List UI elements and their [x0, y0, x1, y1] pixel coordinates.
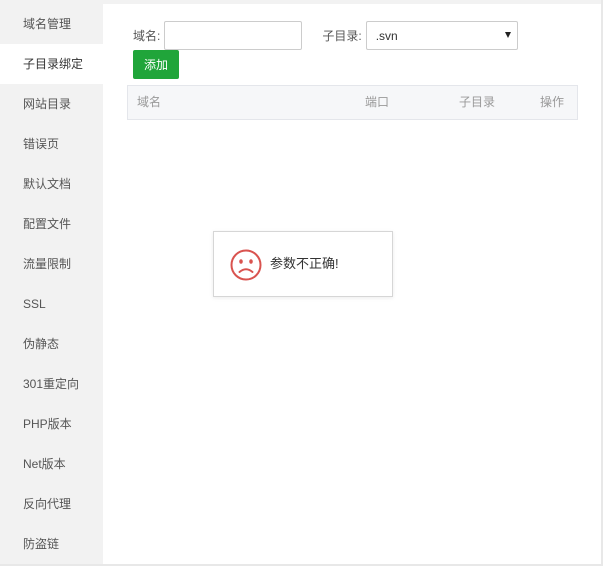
column-header-domain: 域名: [137, 95, 162, 109]
add-button[interactable]: 添加: [133, 50, 179, 79]
sidebar-item-default-document[interactable]: 默认文档: [0, 164, 103, 204]
error-toast: 参数不正确!: [213, 231, 393, 297]
sidebar-item-hotlink-protection[interactable]: 防盗链: [0, 524, 103, 564]
table-header: 域名 端口 子目录 操作: [127, 85, 578, 120]
main-content: 域名: 子目录: .svn 添加 域名 端口 子目录 操作 参数不正确!: [103, 4, 601, 564]
sidebar-item-301-redirect[interactable]: 301重定向: [0, 364, 103, 404]
sidebar-item-subdir-binding[interactable]: 子目录绑定: [0, 44, 103, 84]
sidebar-item-reverse-proxy[interactable]: 反向代理: [0, 484, 103, 524]
caret-down-icon: [504, 32, 511, 38]
site-settings-panel: 域名管理 子目录绑定 网站目录 错误页 默认文档 配置文件 流量限制 SSL 伪…: [0, 0, 603, 566]
domain-label: 域名:: [133, 29, 161, 43]
sidebar-item-php-version[interactable]: PHP版本: [0, 404, 103, 444]
column-header-port: 端口: [365, 95, 390, 109]
sidebar-item-domain-management[interactable]: 域名管理: [0, 4, 103, 44]
binding-form: 域名: 子目录: .svn: [133, 21, 518, 50]
sidebar: 域名管理 子目录绑定 网站目录 错误页 默认文档 配置文件 流量限制 SSL 伪…: [0, 4, 103, 566]
subdir-label: 子目录:: [322, 29, 362, 43]
sidebar-item-net-version[interactable]: Net版本: [0, 444, 103, 484]
domain-input[interactable]: [164, 21, 303, 50]
column-header-subdir: 子目录: [459, 95, 496, 109]
sidebar-item-ssl[interactable]: SSL: [0, 284, 103, 324]
subdir-select-value: .svn: [375, 28, 398, 43]
sidebar-item-error-page[interactable]: 错误页: [0, 124, 103, 164]
sidebar-item-rewrite[interactable]: 伪静态: [0, 324, 103, 364]
sidebar-item-site-directory[interactable]: 网站目录: [0, 84, 103, 124]
error-message: 参数不正确!: [270, 256, 339, 271]
subdir-select[interactable]: .svn: [365, 21, 518, 50]
sidebar-item-config-file[interactable]: 配置文件: [0, 204, 103, 244]
sidebar-item-traffic-limit[interactable]: 流量限制: [0, 244, 103, 284]
sad-face-icon: [230, 249, 262, 281]
column-header-action: 操作: [540, 95, 565, 109]
